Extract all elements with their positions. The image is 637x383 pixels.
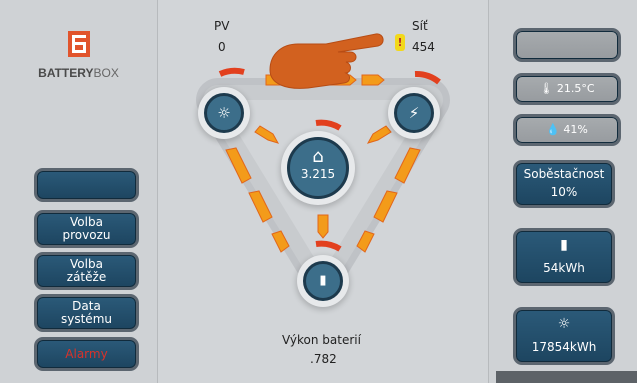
thermometer-icon: 🌡 [539,82,554,95]
pv-value: 0 [218,40,226,54]
humidity-display: 💧 41% [513,114,621,146]
solar-panel-icon: ☼ [557,316,571,332]
sidebar-item-volba-zateze[interactable]: Volba zátěže [34,252,139,290]
pointing-hand-icon [269,33,384,89]
power-pylon-icon: ⚡ [408,104,420,122]
battery-power-value: .782 [310,352,337,366]
solar-production-panel[interactable]: ☼ 17854kWh [513,307,615,365]
brand-name: BATTERYBOX [38,66,119,80]
temperature-display: 🌡 21.5°C [513,73,621,105]
pv-node[interactable]: ☼ [204,93,244,133]
pv-label: PV [214,19,230,33]
sidebar-item-alarmy[interactable]: Alarmy [34,337,139,371]
sidebar-item-volba-provozu[interactable]: Volba provozu [34,210,139,248]
grid-label: Síť [412,19,428,33]
grid-warning-icon[interactable]: ! [395,34,405,51]
battery-power-label: Výkon baterií [282,333,361,347]
cez-logo-icon [68,31,90,57]
battery-icon: ▮ [319,273,327,288]
self-sufficiency-panel[interactable]: Soběstačnost 10% [513,160,615,208]
status-blank-button[interactable] [513,28,621,62]
home-node[interactable]: ⌂ 3.215 [287,137,349,199]
grid-node[interactable]: ⚡ [394,93,434,133]
battery-capacity-panel[interactable]: ▮ 54kWh [513,228,615,286]
solar-panel-icon: ☼ [217,104,231,122]
home-consumption-value: 3.215 [300,167,336,181]
battery-icon: ▮ [560,237,568,253]
grid-value: 454 [412,40,435,54]
humidity-drops-icon: 💧 [546,123,560,136]
sidebar-item-data-systemu[interactable]: Data systému [34,294,139,332]
home-icon: ⌂ [312,146,324,167]
battery-node[interactable]: ▮ [303,261,343,301]
bottom-bar [496,371,637,383]
sidebar-item-blank[interactable] [34,168,139,202]
